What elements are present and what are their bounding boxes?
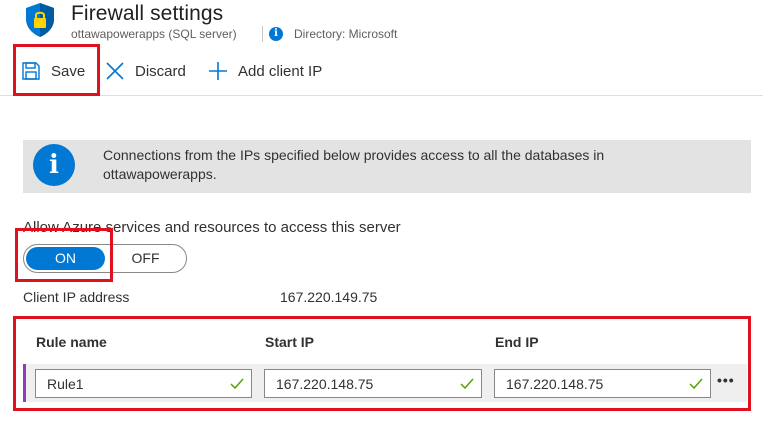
close-icon <box>106 62 124 80</box>
info-icon: i <box>269 27 283 41</box>
page-title: Firewall settings <box>71 2 224 25</box>
discard-label: Discard <box>135 62 186 80</box>
toggle-off-option[interactable]: OFF <box>106 247 185 270</box>
client-ip-value: 167.220.149.75 <box>280 289 378 305</box>
plus-icon <box>209 62 227 80</box>
add-client-ip-button[interactable]: Add client IP <box>208 46 322 96</box>
rules-table-highlight-box <box>13 316 751 411</box>
save-highlight-box <box>13 44 100 96</box>
directory-label: Directory: Microsoft <box>294 27 398 41</box>
header-divider <box>262 26 263 42</box>
discard-button[interactable]: Discard <box>105 46 186 96</box>
firewall-shield-icon <box>26 3 54 37</box>
client-ip-label: Client IP address <box>23 289 130 305</box>
add-client-ip-label: Add client IP <box>238 62 323 80</box>
blade-header: Firewall settings ottawapowerapps (SQL s… <box>0 0 763 46</box>
info-icon: i <box>33 144 75 186</box>
info-banner: i Connections from the IPs specified bel… <box>23 140 751 193</box>
toggle-highlight-box <box>15 228 113 282</box>
banner-text: Connections from the IPs specified below… <box>103 147 605 182</box>
command-bar: Save Discard Add client IP <box>0 46 763 96</box>
resource-subtitle: ottawapowerapps (SQL server) <box>71 27 237 41</box>
